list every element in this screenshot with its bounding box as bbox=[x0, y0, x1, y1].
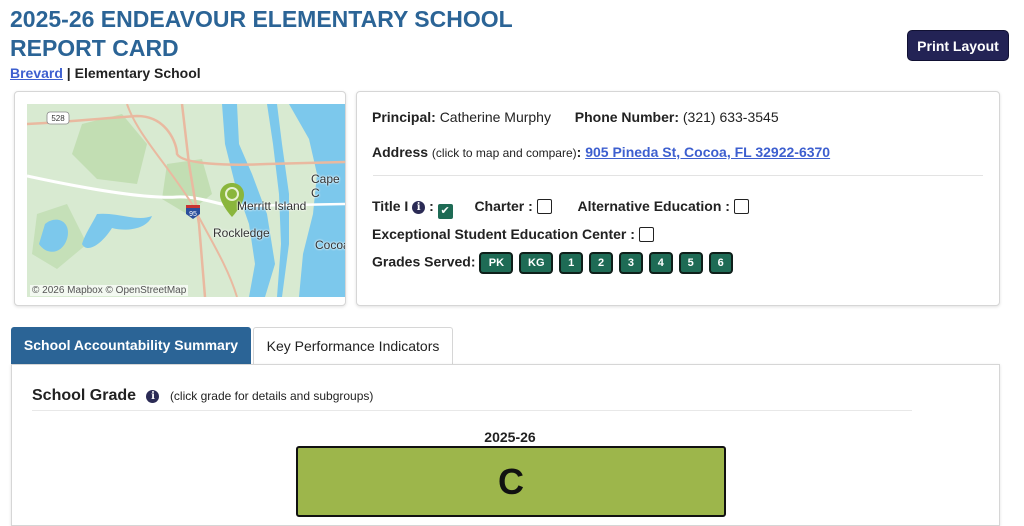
flags-line: Title I i : ✔ Charter : Alternative Educ… bbox=[372, 198, 749, 219]
ese-line: Exceptional Student Education Center : bbox=[372, 226, 654, 242]
principal-label: Principal: bbox=[372, 109, 436, 125]
panel-divider bbox=[32, 410, 912, 411]
school-grade-hint: (click grade for details and subgroups) bbox=[169, 389, 374, 403]
road-528-shield: 528 bbox=[51, 114, 65, 123]
info-icon[interactable]: i bbox=[146, 390, 160, 403]
tab-key-performance-indicators[interactable]: Key Performance Indicators bbox=[253, 327, 453, 364]
address-line: Address (click to map and compare): 905 … bbox=[372, 144, 830, 160]
grade-pill: PK bbox=[479, 252, 514, 274]
ese-checkbox[interactable] bbox=[638, 227, 654, 242]
grades-line: Grades Served: PK KG 1 2 3 4 5 6 bbox=[372, 252, 735, 274]
address-link[interactable]: 905 Pineda St, Cocoa, FL 32922-6370 bbox=[585, 144, 830, 160]
info-icon[interactable]: i bbox=[412, 201, 426, 214]
separator: | bbox=[62, 65, 75, 81]
school-info-card: Principal: Catherine Murphy Phone Number… bbox=[356, 91, 1000, 306]
school-grade-box[interactable]: C bbox=[296, 446, 726, 517]
map-label-merritt-island: Merritt Island bbox=[237, 199, 307, 213]
school-location-map[interactable]: 528 95 Merritt Island Rockledge Cape C C… bbox=[27, 104, 345, 297]
alt-ed-checkbox[interactable] bbox=[733, 199, 749, 214]
map-attribution[interactable]: © 2026 Mapbox © OpenStreetMap bbox=[30, 285, 189, 296]
school-subtitle: Brevard | Elementary School bbox=[10, 65, 201, 81]
map-label-cocoa: Cocoa bbox=[315, 238, 345, 252]
address-colon: : bbox=[576, 144, 582, 160]
phone-label: Phone Number: bbox=[574, 109, 679, 125]
principal-name: Catherine Murphy bbox=[439, 109, 551, 125]
ese-label: Exceptional Student Education Center : bbox=[372, 226, 635, 242]
print-layout-button[interactable]: Print Layout bbox=[907, 30, 1009, 61]
address-hint: (click to map and compare) bbox=[431, 146, 577, 160]
grade-year-label: 2025-26 bbox=[484, 429, 536, 445]
info-divider bbox=[373, 175, 983, 176]
alt-ed-label: Alternative Education : bbox=[577, 198, 730, 214]
grade-pill: 2 bbox=[589, 252, 614, 274]
grade-pill: 6 bbox=[708, 252, 733, 274]
map-label-cape: Cape C bbox=[311, 172, 340, 200]
grade-pill: 1 bbox=[559, 252, 584, 274]
grades-label: Grades Served: bbox=[372, 253, 476, 270]
address-label: Address bbox=[372, 144, 429, 160]
road-95-shield: 95 bbox=[189, 211, 197, 218]
tab-school-accountability-summary[interactable]: School Accountability Summary bbox=[11, 327, 251, 364]
title1-checkbox[interactable]: ✔ bbox=[437, 204, 453, 219]
phone-number: (321) 633-3545 bbox=[682, 109, 779, 125]
page-title: 2025-26 ENDEAVOUR ELEMENTARY SCHOOL REPO… bbox=[10, 6, 513, 61]
charter-checkbox[interactable] bbox=[536, 199, 552, 214]
principal-line: Principal: Catherine Murphy Phone Number… bbox=[372, 109, 779, 125]
title1-label: Title I bbox=[372, 198, 409, 214]
school-grade-title: School Grade bbox=[32, 387, 137, 404]
grade-pill: KG bbox=[519, 252, 554, 274]
charter-label: Charter : bbox=[474, 198, 533, 214]
district-link[interactable]: Brevard bbox=[10, 65, 63, 81]
accountability-panel: School Grade i (click grade for details … bbox=[11, 364, 1000, 526]
grade-pill: 3 bbox=[618, 252, 643, 274]
school-type: Elementary School bbox=[74, 65, 201, 81]
map-card: 528 95 Merritt Island Rockledge Cape C C… bbox=[14, 91, 346, 306]
map-label-rockledge: Rockledge bbox=[213, 226, 270, 240]
grade-pill: 5 bbox=[678, 252, 703, 274]
grade-pill: 4 bbox=[648, 252, 673, 274]
school-grade-heading: School Grade i (click grade for details … bbox=[32, 387, 373, 405]
